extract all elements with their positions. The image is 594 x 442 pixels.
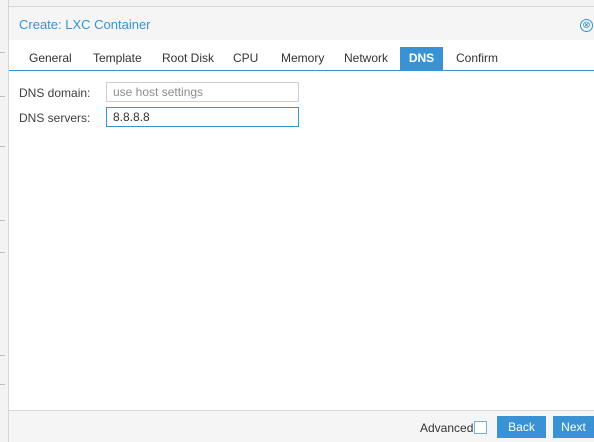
next-button[interactable]: Next — [553, 416, 594, 438]
tab-cpu[interactable]: CPU — [225, 47, 266, 70]
dns-servers-row: DNS servers: — [9, 107, 594, 129]
dns-servers-input[interactable] — [106, 107, 299, 127]
wizard-tabs: General Template Root Disk CPU Memory Ne… — [9, 47, 594, 71]
background-panel-edge — [0, 0, 9, 442]
advanced-label: Advanced — [420, 421, 474, 435]
dialog-title: Create: LXC Container — [19, 17, 151, 32]
divider — [0, 96, 5, 97]
create-lxc-dialog: Create: LXC Container ⊗ General Template… — [9, 7, 594, 442]
tab-memory[interactable]: Memory — [273, 47, 332, 70]
tab-template[interactable]: Template — [85, 47, 150, 70]
tab-dns[interactable]: DNS — [400, 47, 443, 70]
divider — [0, 52, 5, 53]
dialog-footer: Advanced Back Next — [9, 410, 594, 442]
dns-domain-label: DNS domain: — [19, 86, 91, 100]
tab-general[interactable]: General — [21, 47, 80, 70]
tab-root-disk[interactable]: Root Disk — [154, 47, 222, 70]
back-button[interactable]: Back — [497, 416, 546, 438]
dns-servers-label: DNS servers: — [19, 111, 91, 125]
dialog-header: Create: LXC Container ⊗ — [9, 7, 594, 40]
divider — [0, 146, 5, 147]
divider — [0, 252, 5, 253]
tab-confirm[interactable]: Confirm — [448, 47, 506, 70]
background-panel-top — [9, 0, 594, 7]
divider — [0, 220, 5, 221]
tab-network[interactable]: Network — [336, 47, 396, 70]
divider — [0, 384, 5, 385]
divider — [0, 355, 5, 356]
advanced-checkbox[interactable] — [474, 421, 487, 434]
dns-domain-row: DNS domain: — [9, 82, 594, 104]
dns-domain-input[interactable] — [106, 82, 299, 102]
close-icon[interactable]: ⊗ — [580, 19, 593, 32]
